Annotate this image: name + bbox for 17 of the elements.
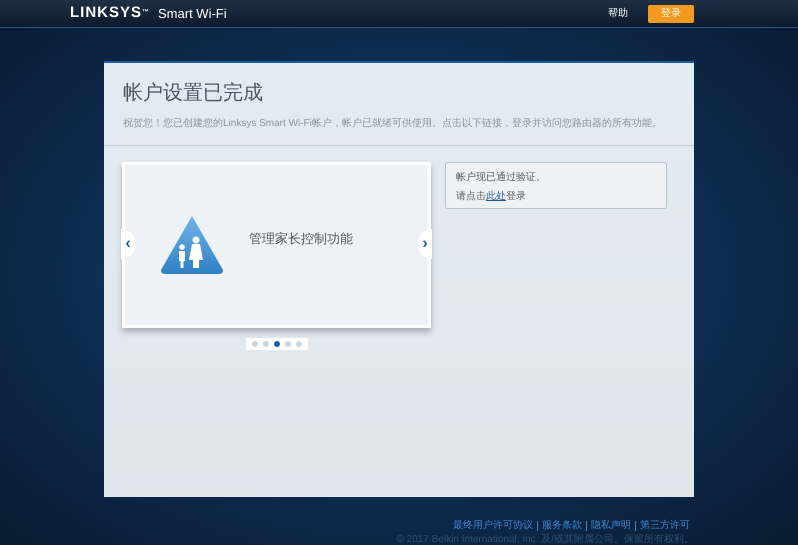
page-title: 帐户设置已完成 (123, 81, 264, 106)
product-name: Smart Wi-Fi (158, 4, 227, 23)
family-warning-sign-icon (159, 214, 225, 276)
subtitle-text: 祝贺您！您已创建您的Linksys Smart Wi-Fi帐户，帐户已就绪可供使用。点击以下链接，登录并访问您路由器的所有功能。 (123, 116, 663, 131)
help-link[interactable]: 帮助 (608, 6, 628, 21)
login-prompt: 请点击此处登录 (456, 190, 527, 204)
logo: LINKSYS$^{™}$ (70, 3, 150, 24)
footer-link[interactable]: 服务条款 (537, 521, 586, 531)
footer-link[interactable]: 第三方许可 (635, 521, 694, 531)
footer-link[interactable]: 隐私声明 (586, 521, 635, 531)
previous-slide-button[interactable]: ‹ (121, 229, 135, 259)
here-link[interactable]: 此处 (486, 191, 506, 202)
verified-text: 帐户现已通过验证。 (456, 170, 547, 185)
login-button[interactable]: 登录 (648, 4, 694, 22)
footer-link[interactable]: 最终用户许可协议 (449, 521, 537, 531)
slide-title: 管理家长控制功能 (249, 230, 353, 248)
next-slide-button[interactable]: › (418, 229, 432, 259)
